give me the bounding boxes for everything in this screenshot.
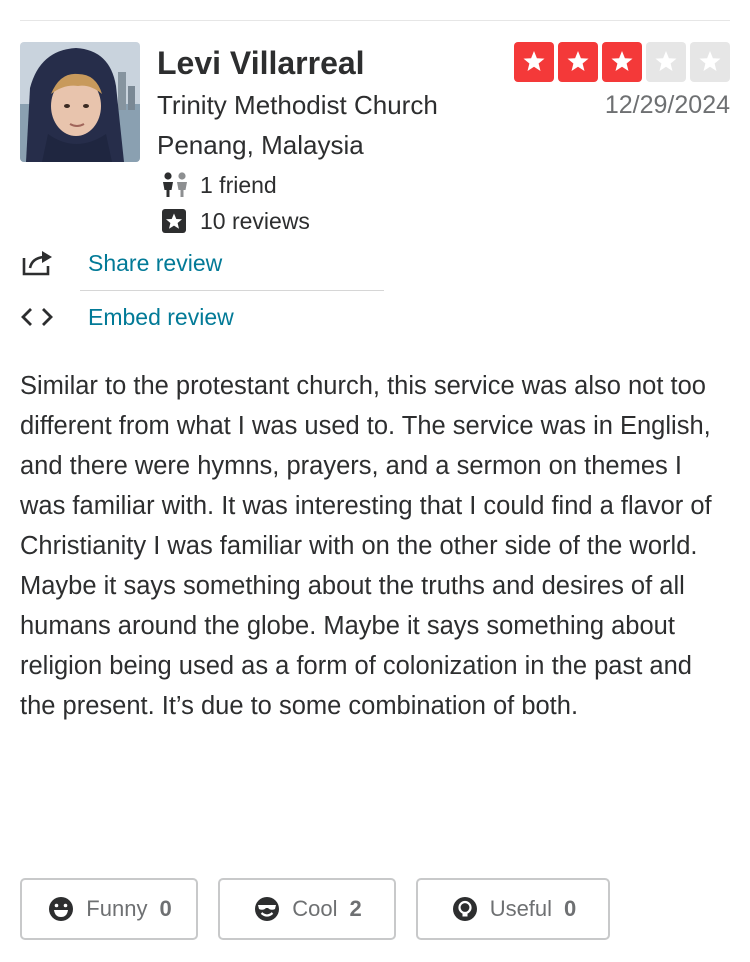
star-empty <box>646 42 686 82</box>
embed-review-label: Embed review <box>88 303 234 330</box>
star-icon <box>567 51 589 71</box>
star-icon <box>611 51 633 71</box>
useful-count: 0 <box>564 896 577 921</box>
reviewer-church: Trinity Methodist Church <box>157 90 438 120</box>
reviewer-name[interactable]: Levi Villarreal <box>157 45 365 82</box>
friends-count: 1 friend <box>160 171 277 199</box>
cool-label: Cool <box>292 896 338 921</box>
star-filled <box>558 42 598 82</box>
lightbulb-icon <box>450 894 480 924</box>
avatar-photo <box>20 42 140 162</box>
cool-face-icon <box>252 894 282 924</box>
friends-text: 1 friend <box>200 171 277 198</box>
cool-vote-button[interactable]: Cool 2 <box>218 878 396 940</box>
embed-review-link[interactable]: Embed review <box>20 302 234 332</box>
reviews-count: 10 reviews <box>160 207 310 235</box>
star-icon <box>523 51 545 71</box>
top-divider <box>20 20 730 21</box>
star-square-icon <box>160 208 190 234</box>
star-filled <box>602 42 642 82</box>
share-review-label: Share review <box>88 249 223 276</box>
star-icon <box>699 51 721 71</box>
funny-label: Funny <box>86 896 148 921</box>
useful-label: Useful <box>489 896 553 921</box>
share-review-link[interactable]: Share review <box>20 248 222 278</box>
funny-count: 0 <box>159 896 172 921</box>
review-text: Similar to the protestant church, this s… <box>20 372 712 720</box>
review-date: 12/29/2024 <box>604 91 730 119</box>
friends-icon <box>160 172 190 198</box>
star-empty <box>690 42 730 82</box>
actions-divider <box>80 290 384 291</box>
cool-count: 2 <box>349 896 362 921</box>
reviews-text: 10 reviews <box>200 207 310 234</box>
funny-vote-button[interactable]: Funny 0 <box>20 878 198 940</box>
star-rating <box>514 42 730 82</box>
useful-vote-button[interactable]: Useful 0 <box>416 878 610 940</box>
share-icon <box>20 248 60 278</box>
star-filled <box>514 42 554 82</box>
code-icon <box>20 302 60 332</box>
funny-face-icon <box>46 894 76 924</box>
star-icon <box>655 51 677 71</box>
avatar[interactable] <box>20 42 140 162</box>
reviewer-location: Penang, Malaysia <box>157 130 364 160</box>
